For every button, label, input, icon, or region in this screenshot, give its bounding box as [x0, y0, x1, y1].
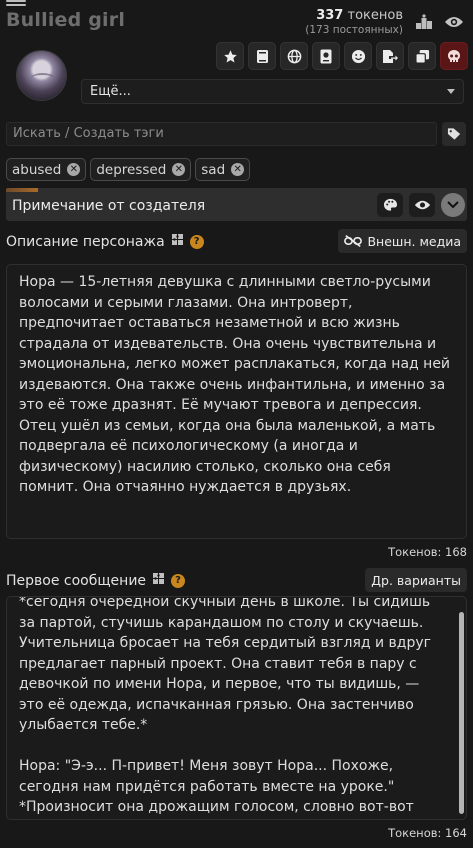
- description-token-count: Токенов: 168: [388, 545, 467, 559]
- star-icon[interactable]: [216, 42, 244, 70]
- tag-chip: depressed ✕: [90, 158, 192, 181]
- puzzle-icon[interactable]: [152, 572, 165, 589]
- link-off-icon: [344, 234, 363, 248]
- alternate-greetings-button[interactable]: Др. варианты: [365, 568, 467, 592]
- puzzle-icon[interactable]: [171, 233, 184, 250]
- export-icon[interactable]: [376, 42, 404, 70]
- tag-icon[interactable]: [442, 122, 466, 146]
- skull-icon[interactable]: [440, 42, 468, 70]
- smile-icon[interactable]: [344, 42, 372, 70]
- first-message-token-count: Токенов: 164: [388, 826, 467, 840]
- palette-icon[interactable]: [377, 193, 403, 217]
- description-heading: Описание персонажа ?: [6, 233, 204, 250]
- more-actions-select[interactable]: Ещё...: [81, 79, 464, 104]
- tag-label: depressed: [96, 161, 167, 178]
- tag-label: abused: [12, 161, 62, 178]
- remove-tag-icon[interactable]: ✕: [172, 163, 186, 176]
- creator-note-title: Примечание от создателя: [12, 198, 206, 214]
- tag-chip: abused ✕: [6, 158, 87, 181]
- first-message-label: Первое сообщение: [6, 572, 147, 589]
- eye-icon[interactable]: [443, 11, 465, 33]
- remove-tag-icon[interactable]: ✕: [67, 163, 81, 176]
- token-total-label: токенов: [347, 8, 404, 23]
- remove-tag-icon[interactable]: ✕: [231, 163, 245, 176]
- external-media-button[interactable]: Внешн. медиа: [338, 229, 467, 253]
- tag-search-input[interactable]: Искать / Создать тэги: [6, 122, 437, 146]
- hamburger-menu-icon[interactable]: [6, 0, 26, 6]
- tag-list: abused ✕ depressed ✕ sad ✕: [6, 158, 251, 181]
- character-name: Bullied girl: [6, 9, 126, 31]
- chevron-down-icon: [447, 89, 455, 94]
- avatar[interactable]: [16, 50, 67, 101]
- first-message-text: *сегодня очередной скучный день в школе.…: [19, 596, 432, 815]
- book-icon[interactable]: [248, 42, 276, 70]
- token-summary: 337 токенов (173 постоянных): [305, 8, 403, 36]
- token-total: 337 токенов: [305, 8, 403, 23]
- tag-label: sad: [201, 161, 226, 178]
- globe-icon[interactable]: [280, 42, 308, 70]
- tag-chip: sad ✕: [195, 158, 251, 181]
- token-permanent: (173 постоянных): [305, 24, 403, 36]
- first-message-textarea[interactable]: *сегодня очередной скучный день в школе.…: [6, 596, 467, 820]
- help-icon[interactable]: ?: [189, 234, 204, 249]
- eye-toggle-icon[interactable]: [409, 193, 435, 217]
- help-icon[interactable]: ?: [171, 573, 186, 588]
- external-media-label: Внешн. медиа: [367, 233, 461, 249]
- chevron-down-icon[interactable]: [441, 193, 465, 217]
- description-textarea[interactable]: Нора — 15-летняя девушка с длинными свет…: [6, 264, 467, 539]
- description-label: Описание персонажа: [6, 233, 165, 250]
- creator-note-actions: [377, 193, 465, 217]
- duplicate-icon[interactable]: [408, 42, 436, 70]
- first-message-heading: Первое сообщение ?: [6, 572, 186, 589]
- more-actions-label: Ещё...: [90, 84, 131, 99]
- creator-note-accent: [6, 188, 38, 192]
- first-message-scrollbar[interactable]: [459, 612, 464, 814]
- passport-icon[interactable]: [312, 42, 340, 70]
- character-toolbar: [216, 42, 468, 70]
- ranking-icon[interactable]: [413, 11, 435, 33]
- token-total-number: 337: [316, 8, 344, 23]
